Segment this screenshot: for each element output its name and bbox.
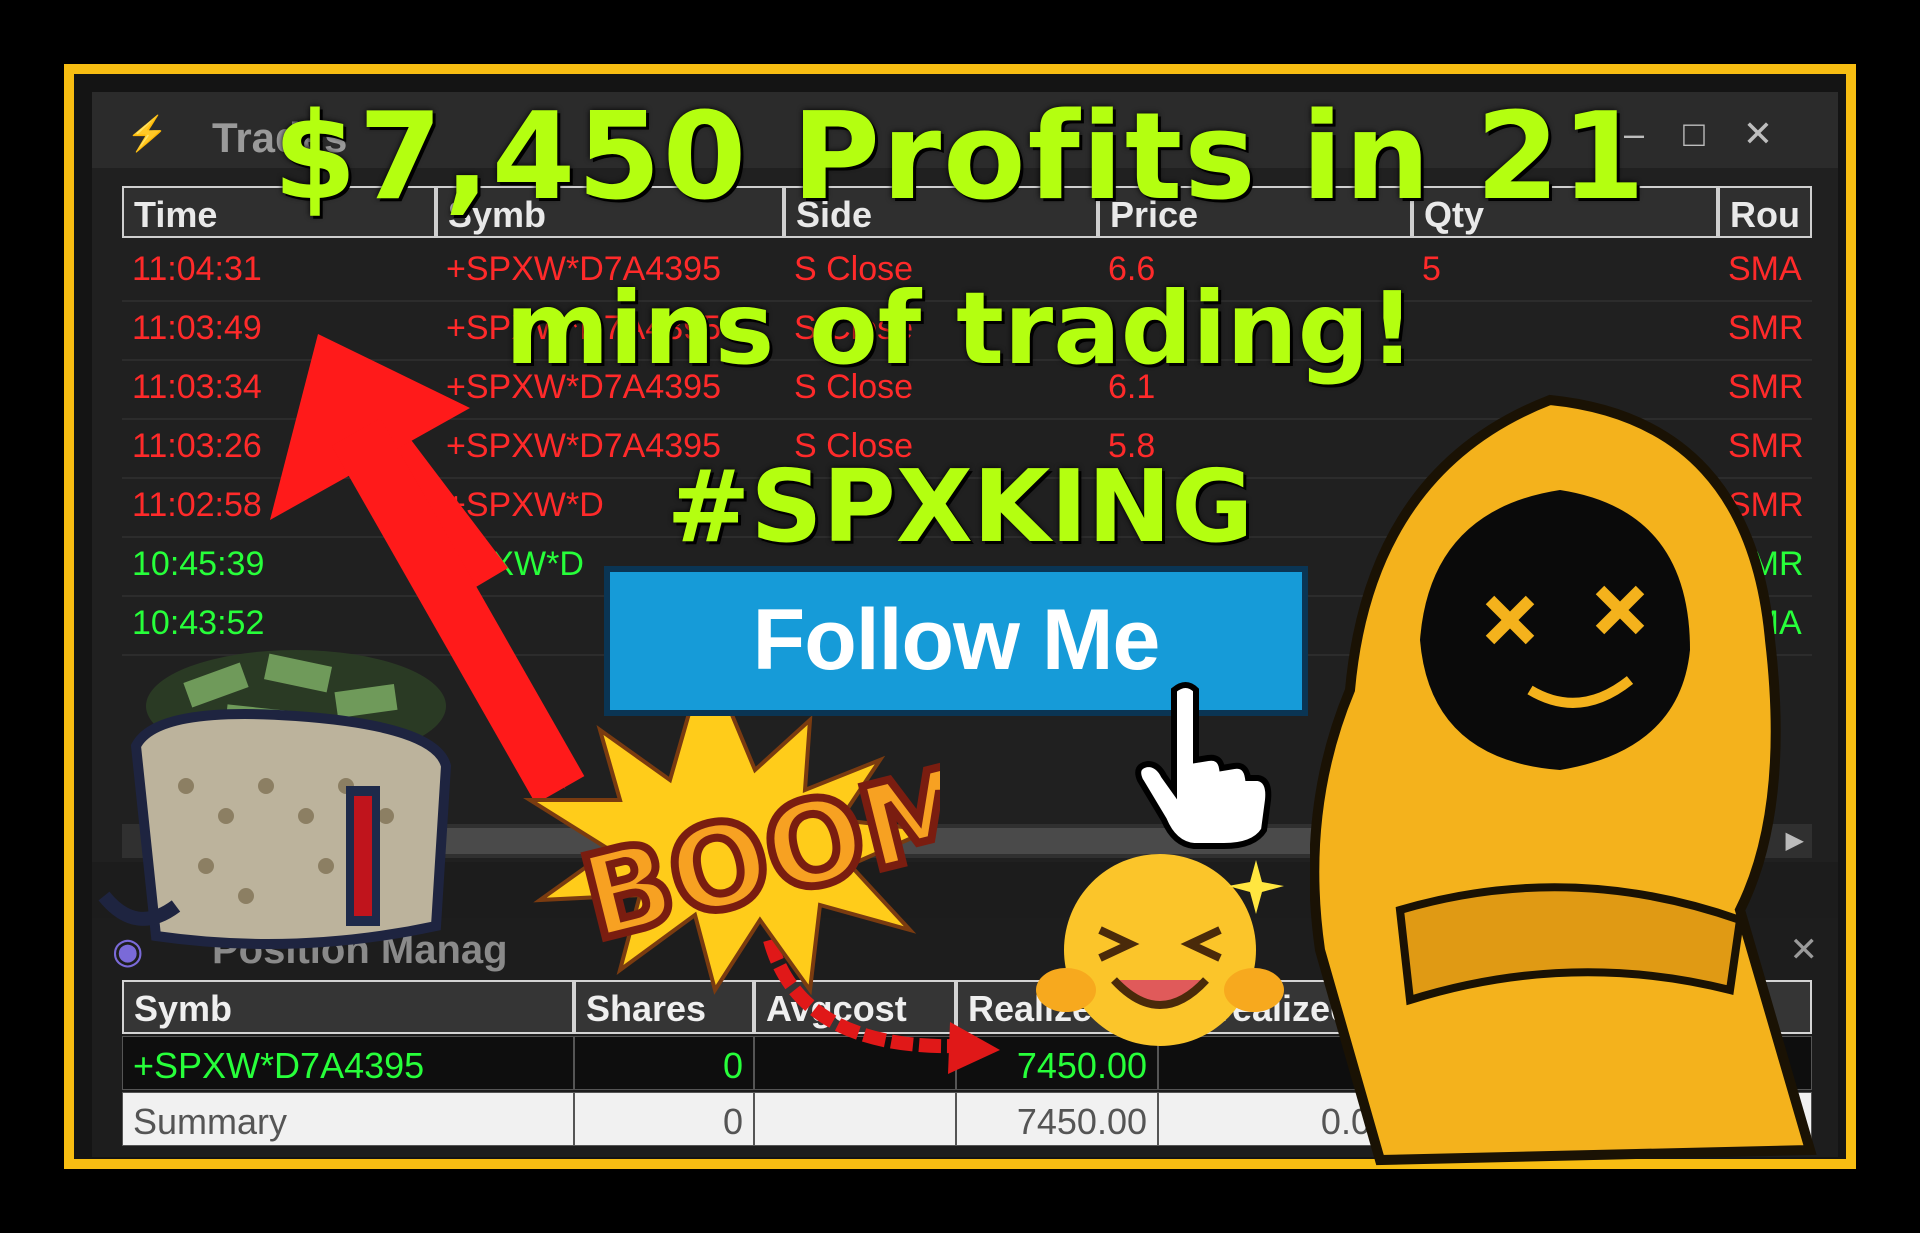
laughing-emoji-icon	[1036, 854, 1284, 1046]
headline-line-2: mins of trading!	[505, 270, 1415, 387]
headline-hashtag: #SPXKING	[666, 448, 1254, 565]
money-bag-icon	[98, 650, 452, 949]
hand-pointer-icon	[1135, 682, 1272, 849]
boom-sticker-icon: BOOM	[523, 708, 940, 996]
headline-line-1: $7,450 Profits in 21	[273, 88, 1647, 227]
